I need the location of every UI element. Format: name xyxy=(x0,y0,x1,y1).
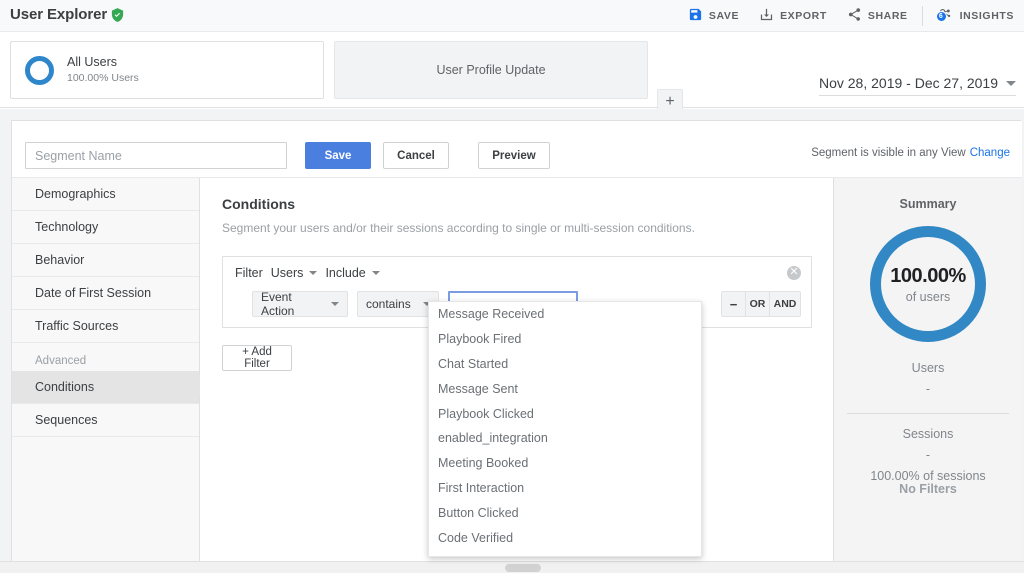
segment-chip-all-users[interactable]: All Users 100.00% Users xyxy=(10,41,324,99)
sidebar-item-label: Technology xyxy=(35,220,99,234)
autocomplete-option[interactable]: Meeting Booked xyxy=(429,451,701,476)
save-segment-button[interactable]: Save xyxy=(305,142,371,169)
dimension-select[interactable]: Event Action xyxy=(252,290,348,318)
share-button-label: SHARE xyxy=(867,10,908,22)
filter-label: Filter xyxy=(235,266,263,280)
summary-panel: Summary 100.00% of users Users - Session… xyxy=(834,178,1022,571)
summary-users-value: - xyxy=(925,382,931,396)
sidebar-item-conditions[interactable]: Conditions xyxy=(12,371,209,404)
filter-scope-select[interactable]: Users xyxy=(271,266,318,280)
segment-strip: All Users 100.00% Users User Profile Upd… xyxy=(0,32,1024,115)
autocomplete-option[interactable]: Message Sent xyxy=(429,376,701,401)
segment-subtitle-all-users: 100.00% Users xyxy=(67,72,139,84)
summary-percent: 100.00% xyxy=(890,264,966,287)
summary-sessions-metric: Sessions - 100.00% of sessions xyxy=(834,427,1022,483)
horizontal-scrollbar-thumb[interactable] xyxy=(505,564,541,572)
autocomplete-option[interactable]: Code Verified xyxy=(429,525,701,550)
summary-divider xyxy=(847,413,1009,414)
insights-button-label: INSIGHTS xyxy=(959,10,1014,22)
segment-name-input[interactable] xyxy=(25,142,287,169)
sidebar-item-behavior[interactable]: Behavior xyxy=(12,244,199,277)
segment-visibility-text: Segment is visible in any View xyxy=(811,147,966,159)
sidebar-item-label: Demographics xyxy=(35,187,116,201)
export-download-icon xyxy=(759,7,774,25)
or-button[interactable]: OR xyxy=(746,292,770,316)
filter-mode-select[interactable]: Include xyxy=(325,266,380,280)
conditions-description: Segment your users and/or their sessions… xyxy=(222,221,695,235)
horizontal-scrollbar[interactable] xyxy=(0,561,1024,573)
page-title: User Explorer xyxy=(10,6,108,23)
share-button[interactable]: SHARE xyxy=(837,0,918,32)
sidebar-item-label: Sequences xyxy=(35,413,98,427)
sidebar-item-technology[interactable]: Technology xyxy=(12,211,199,244)
segment-name-all-users: All Users xyxy=(67,55,118,69)
add-filter-button[interactable]: + Add Filter xyxy=(222,345,292,371)
segment-donut-icon xyxy=(25,55,54,85)
segment-name-row: Save Cancel Preview Segment is visible i… xyxy=(12,121,1022,178)
segment-chip-user-profile-update[interactable]: User Profile Update xyxy=(334,41,648,99)
dimension-value: Event Action xyxy=(261,290,295,318)
summary-users-label: Users xyxy=(911,361,945,375)
autocomplete-option[interactable]: First Interaction xyxy=(429,476,701,501)
header-toolbar: SAVE EXPORT SHARE 6 INSIGHTS xyxy=(678,0,1024,32)
chevron-down-icon xyxy=(371,271,380,275)
filter-logic-buttons: − OR AND xyxy=(721,291,801,317)
filter-mode-value: Include xyxy=(325,266,366,280)
change-visibility-link[interactable]: Change xyxy=(970,147,1010,159)
summary-sessions-label: Sessions xyxy=(902,427,954,441)
autocomplete-option[interactable]: Button Clicked xyxy=(429,500,701,525)
top-header-bar: User Explorer SAVE EXPORT SHARE 6 INSIGH… xyxy=(0,0,1024,32)
summary-sessions-value: - xyxy=(925,448,931,462)
sidebar-item-date-of-first-session[interactable]: Date of First Session xyxy=(12,277,199,310)
export-button[interactable]: EXPORT xyxy=(749,0,837,32)
date-range-picker[interactable]: Nov 28, 2019 - Dec 27, 2019 xyxy=(818,75,1016,96)
autocomplete-option[interactable]: Playbook Fired xyxy=(429,327,701,352)
save-button[interactable]: SAVE xyxy=(678,0,749,32)
segment-category-nav: Demographics Technology Behavior Date of… xyxy=(12,178,209,571)
event-action-autocomplete-dropdown[interactable]: Message Received Playbook Fired Chat Start… xyxy=(428,301,702,557)
date-range-value: Nov 28, 2019 - Dec 27, 2019 xyxy=(818,75,998,91)
chevron-down-icon xyxy=(331,302,339,306)
export-button-label: EXPORT xyxy=(780,10,827,22)
save-icon xyxy=(688,7,703,25)
summary-no-filters: No Filters xyxy=(899,482,957,496)
verified-shield-icon xyxy=(110,7,125,23)
summary-percent-sublabel: of users xyxy=(905,289,951,304)
chevron-down-icon xyxy=(309,271,318,275)
insights-button[interactable]: 6 INSIGHTS xyxy=(927,0,1024,32)
operator-value: contains xyxy=(366,297,411,311)
summary-title: Summary xyxy=(899,197,957,211)
sidebar-item-label: Behavior xyxy=(35,253,85,267)
share-icon xyxy=(847,7,862,25)
segment-visibility-note: Segment is visible in any View Change xyxy=(811,147,1010,159)
sidebar-item-label: Date of First Session xyxy=(35,286,152,300)
segment-name-user-profile-update: User Profile Update xyxy=(436,63,546,77)
sidebar-group-advanced: Advanced xyxy=(35,355,87,367)
summary-users-metric: Users - xyxy=(834,361,1022,396)
sidebar-item-label: Conditions xyxy=(35,380,95,394)
sidebar-item-label: Traffic Sources xyxy=(35,319,119,333)
conditions-title: Conditions xyxy=(222,196,296,212)
summary-sessions-sublabel: 100.00% of sessions xyxy=(870,469,986,483)
preview-segment-button[interactable]: Preview xyxy=(478,142,550,169)
chevron-down-icon xyxy=(1006,80,1016,86)
sidebar-item-demographics[interactable]: Demographics xyxy=(12,178,199,211)
filter-header: Filter Users Include xyxy=(235,266,380,280)
autocomplete-option[interactable]: Message Received xyxy=(429,302,701,327)
sidebar-item-sequences[interactable]: Sequences xyxy=(12,404,199,437)
close-circle-icon[interactable]: ✕ xyxy=(787,266,801,280)
sidebar-item-traffic-sources[interactable]: Traffic Sources xyxy=(12,310,199,343)
cancel-segment-button[interactable]: Cancel xyxy=(383,142,449,169)
and-button[interactable]: AND xyxy=(770,292,800,316)
autocomplete-option[interactable]: Chat Started xyxy=(429,352,701,377)
summary-donut-chart: 100.00% of users xyxy=(870,226,986,342)
remove-condition-button[interactable]: − xyxy=(722,292,746,316)
save-button-label: SAVE xyxy=(708,10,740,22)
filter-scope-value: Users xyxy=(270,266,304,280)
autocomplete-option[interactable]: Playbook Clicked xyxy=(429,401,701,426)
autocomplete-option[interactable]: enabled_integration xyxy=(429,426,701,451)
toolbar-divider xyxy=(921,6,923,26)
insights-badge-count: 6 xyxy=(935,11,947,22)
operator-select[interactable]: contains xyxy=(357,291,439,317)
